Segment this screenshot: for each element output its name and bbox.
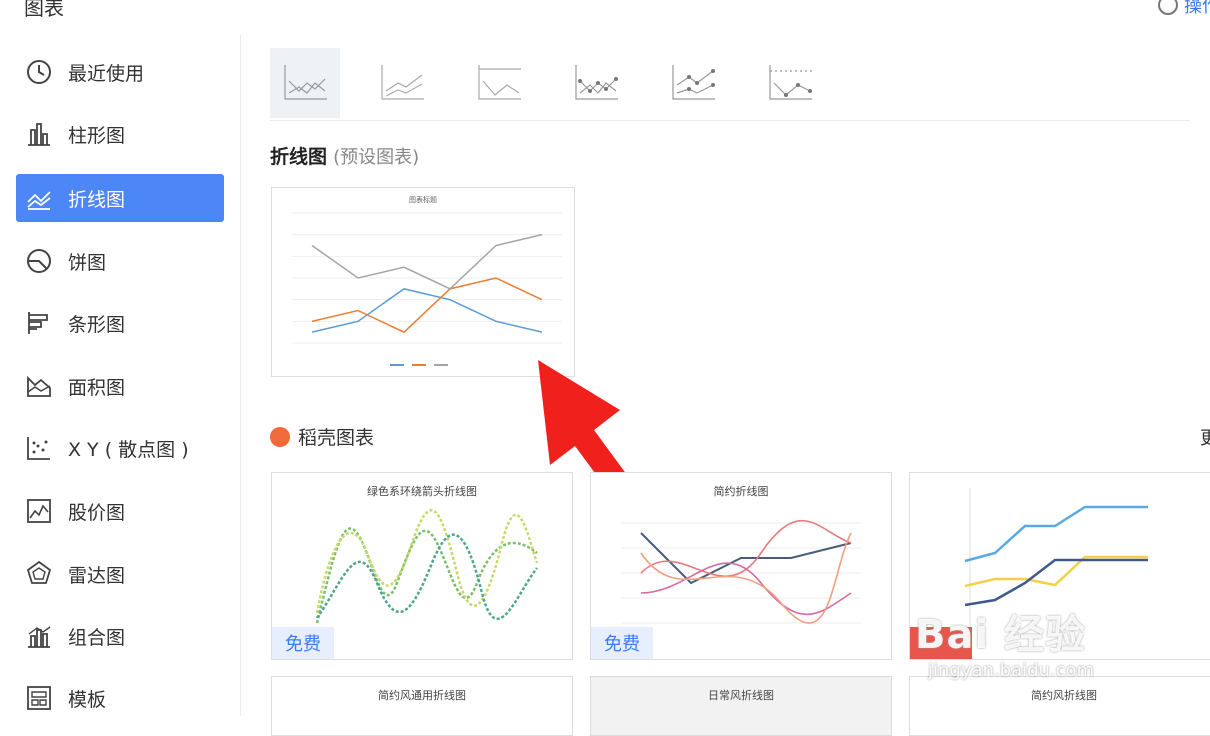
template-card[interactable]: 简约折线图 免费 bbox=[590, 472, 892, 660]
chart-type-sidebar: 最近使用 柱形图 折线图 饼图 条形图 面积图 X Y ( 散点图 ) 股价图 … bbox=[0, 40, 240, 716]
scatter-icon bbox=[24, 433, 54, 463]
sidebar-item-line[interactable]: 折线图 bbox=[16, 174, 224, 222]
combo-chart-icon bbox=[24, 621, 54, 651]
sidebar-item-template[interactable]: 模板 bbox=[16, 674, 224, 722]
area-chart-icon bbox=[24, 371, 54, 401]
series-line bbox=[311, 233, 543, 290]
preset-line-chart: 图表标题 bbox=[292, 195, 562, 366]
line-stacked-markers-icon bbox=[672, 65, 715, 100]
line-percent-icon bbox=[478, 65, 521, 100]
watermark-url: jingyan.baidu.com bbox=[928, 660, 1095, 681]
clock-icon bbox=[24, 57, 54, 87]
tabs-divider bbox=[270, 120, 1190, 121]
line-chart-icon bbox=[24, 183, 54, 213]
preset-line-chart-card[interactable]: 图表标题 bbox=[271, 187, 575, 377]
play-circle-icon bbox=[1158, 0, 1178, 15]
line-stacked-icon bbox=[381, 65, 424, 100]
sidebar-item-area[interactable]: 面积图 bbox=[16, 362, 224, 410]
template-card[interactable]: 简约风折线图 bbox=[909, 676, 1210, 736]
watermark-logo: Bai 经验 bbox=[915, 612, 1087, 658]
line-subtype-tabs bbox=[270, 48, 1190, 120]
tab-line-percent[interactable] bbox=[464, 48, 534, 118]
sidebar-item-stock[interactable]: 股价图 bbox=[16, 487, 224, 535]
tab-line-basic[interactable] bbox=[270, 48, 340, 118]
radar-chart-icon bbox=[24, 559, 54, 589]
template-card[interactable]: 绿色系环绕箭头折线图 免费 bbox=[271, 472, 573, 660]
sidebar-item-combo[interactable]: 组合图 bbox=[16, 612, 224, 660]
pie-chart-icon bbox=[24, 246, 54, 276]
line-percent-markers-icon bbox=[769, 65, 812, 100]
chart-title: 图表标题 bbox=[409, 195, 437, 204]
line-basic-icon bbox=[284, 65, 327, 100]
preset-section-title: 折线图 (预设图表) bbox=[270, 146, 420, 168]
horizontal-bar-icon bbox=[24, 308, 54, 338]
line-markers-icon bbox=[575, 65, 618, 100]
dialog-title: 图表 bbox=[24, 0, 64, 20]
stock-chart-icon bbox=[24, 496, 54, 526]
daoke-logo-icon bbox=[270, 426, 290, 447]
bar-chart-icon bbox=[24, 119, 54, 149]
tab-line-stacked-markers[interactable] bbox=[658, 48, 728, 118]
sidebar-item-scatter[interactable]: X Y ( 散点图 ) bbox=[16, 424, 224, 472]
sidebar-item-bar[interactable]: 柱形图 bbox=[16, 110, 224, 158]
sidebar-item-recent[interactable]: 最近使用 bbox=[16, 48, 224, 96]
sidebar-item-radar[interactable]: 雷达图 bbox=[16, 550, 224, 598]
daoke-section-title: 稻壳图表 bbox=[270, 423, 374, 450]
template-card[interactable]: 日常风折线图 bbox=[590, 676, 892, 736]
tab-line-markers[interactable] bbox=[561, 48, 631, 118]
sidebar-divider bbox=[240, 35, 241, 716]
sidebar-item-horizontal-bar[interactable]: 条形图 bbox=[16, 299, 224, 347]
template-card[interactable]: 简约风通用折线图 bbox=[271, 676, 573, 736]
tab-line-percent-markers[interactable] bbox=[755, 48, 825, 118]
free-badge: 免费 bbox=[591, 627, 653, 659]
free-badge: 免费 bbox=[272, 627, 334, 659]
sidebar-item-pie[interactable]: 饼图 bbox=[16, 237, 224, 285]
template-icon bbox=[24, 683, 54, 713]
more-link[interactable]: 更 bbox=[1200, 424, 1210, 450]
tab-line-stacked[interactable] bbox=[367, 48, 437, 118]
help-link[interactable]: 操作 bbox=[1158, 0, 1210, 18]
